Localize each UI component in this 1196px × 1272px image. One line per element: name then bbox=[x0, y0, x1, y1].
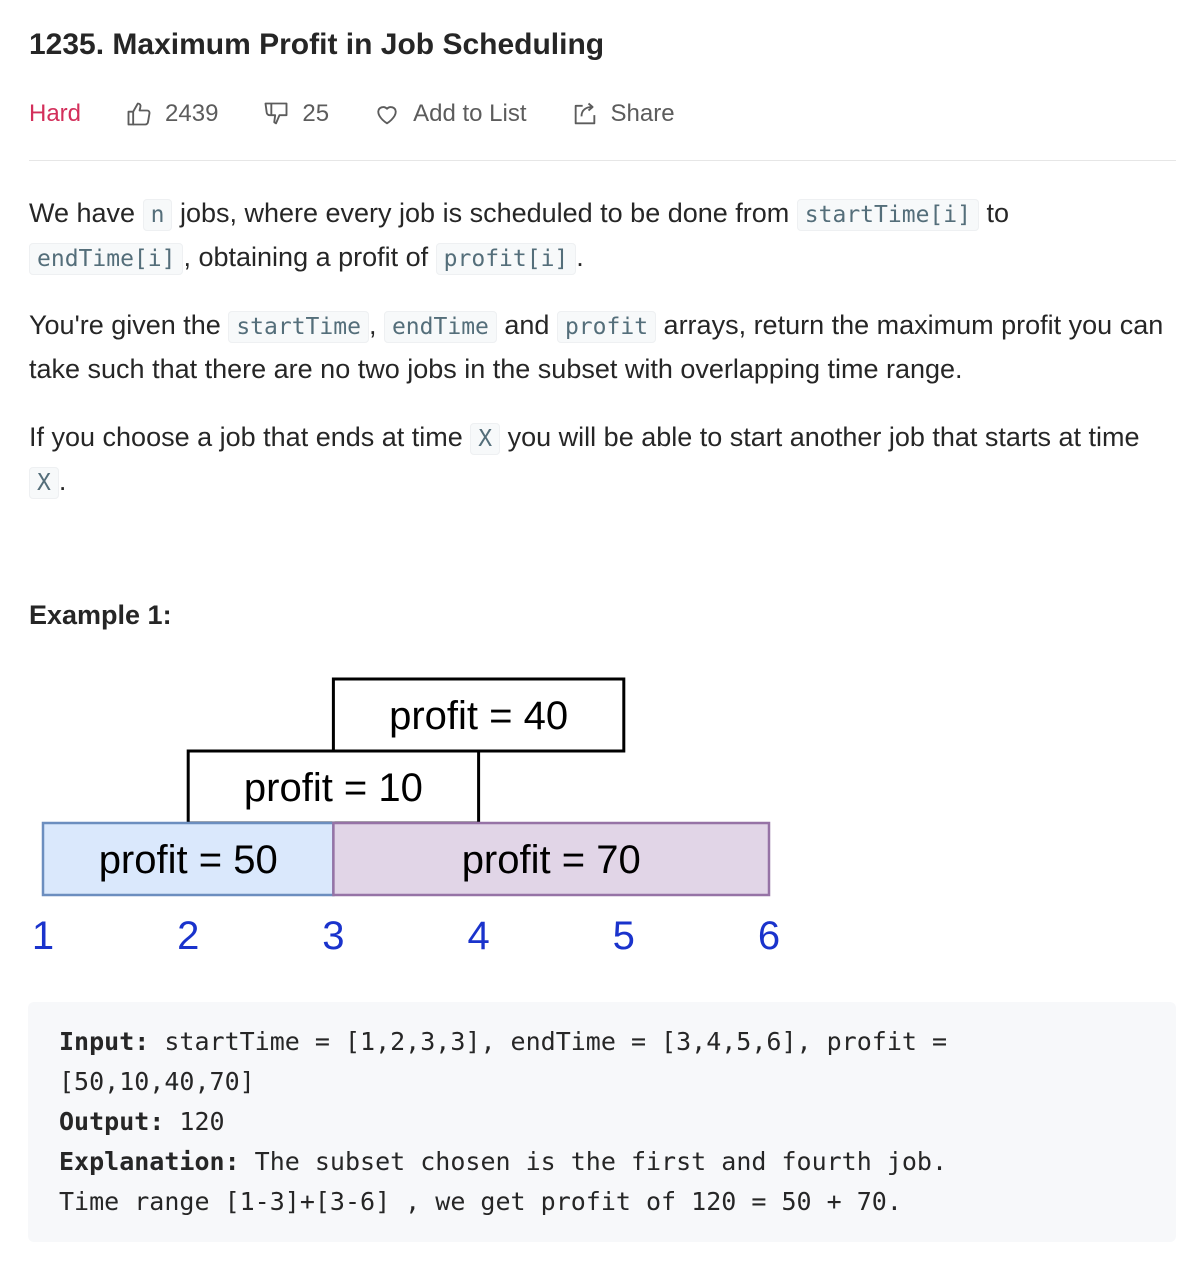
explanation-line-continued: Time range [1-3]+[3-6] , we get profit o… bbox=[59, 1187, 902, 1216]
example-title: Example 1: bbox=[29, 600, 172, 630]
header-divider bbox=[29, 160, 1176, 161]
dislikes-count: 25 bbox=[302, 100, 330, 127]
input-line: Input: startTime = [1,2,3,3], endTime = … bbox=[59, 1022, 1145, 1062]
inline-code: X bbox=[29, 467, 59, 499]
explanation-text: The subset chosen is the first and fourt… bbox=[239, 1147, 948, 1176]
input-value: startTime = [1,2,3,3], endTime = [3,4,5,… bbox=[149, 1027, 948, 1056]
thumbs-up-icon bbox=[127, 102, 151, 126]
text: . bbox=[576, 242, 584, 272]
add-to-list-button[interactable]: Add to List bbox=[373, 100, 527, 128]
job-label: profit = 10 bbox=[244, 766, 423, 810]
description-paragraph-3: If you choose a job that ends at time X … bbox=[29, 416, 1176, 504]
output-value: 120 bbox=[164, 1107, 225, 1136]
axis-tick-label: 4 bbox=[467, 914, 489, 958]
inline-code: profit[i] bbox=[435, 243, 577, 275]
text: you will be able to start another job th… bbox=[500, 422, 1140, 452]
inline-code: profit bbox=[556, 311, 657, 343]
inline-code: X bbox=[470, 423, 501, 455]
job-label: profit = 70 bbox=[462, 838, 641, 882]
text: We have bbox=[29, 198, 143, 228]
thumbs-down-icon bbox=[264, 102, 288, 125]
heart-icon bbox=[377, 106, 397, 125]
likes-count: 2439 bbox=[165, 100, 219, 127]
example-code-block: Input: startTime = [1,2,3,3], endTime = … bbox=[28, 1002, 1176, 1242]
axis-tick-label: 1 bbox=[32, 914, 54, 958]
inline-code: startTime bbox=[228, 311, 369, 343]
description-paragraph-1: We have n jobs, where every job is sched… bbox=[29, 192, 1176, 280]
share-button[interactable]: Share bbox=[571, 100, 675, 128]
job-bar: profit = 40 bbox=[331, 677, 626, 753]
input-label: Input: bbox=[59, 1027, 150, 1056]
difficulty-label: Hard bbox=[29, 100, 82, 127]
share-icon bbox=[574, 102, 595, 125]
problem-meta-bar: Hard 2439 25 Add to List Share bbox=[29, 96, 675, 132]
description-paragraph-2: You're given the startTime, endTime and … bbox=[29, 304, 1176, 390]
explanation-line: Explanation: The subset chosen is the fi… bbox=[59, 1142, 1145, 1182]
output-label: Output: bbox=[59, 1107, 165, 1136]
difficulty-badge: Hard bbox=[29, 100, 81, 128]
job-label: profit = 40 bbox=[389, 694, 568, 738]
text: , obtaining a profit of bbox=[183, 242, 436, 272]
inline-code: endTime[i] bbox=[29, 243, 184, 275]
text: jobs, where every job is scheduled to be… bbox=[172, 198, 797, 228]
inline-code: startTime[i] bbox=[796, 199, 979, 231]
problem-title: 1235. Maximum Profit in Job Scheduling bbox=[29, 28, 605, 61]
text: , bbox=[368, 310, 384, 340]
share-label: Share bbox=[610, 100, 675, 127]
dislike-button[interactable]: 25 bbox=[262, 100, 329, 128]
axis-tick-label: 5 bbox=[613, 914, 635, 958]
axis-tick-label: 2 bbox=[177, 914, 199, 958]
inline-code: endTime bbox=[383, 311, 497, 343]
job-bar: profit = 70 bbox=[332, 821, 771, 897]
inline-code: n bbox=[142, 199, 173, 231]
output-line: Output: 120 bbox=[59, 1102, 1145, 1142]
job-bar: profit = 10 bbox=[186, 749, 481, 825]
explanation-label: Explanation: bbox=[59, 1147, 240, 1176]
axis-tick-label: 6 bbox=[758, 914, 780, 958]
text: to bbox=[978, 198, 1009, 228]
job-label: profit = 50 bbox=[99, 838, 278, 882]
input-line-continued: [50,10,40,70] bbox=[59, 1067, 255, 1096]
job-schedule-diagram: profit = 40 profit = 10 profit = 50 profit … bbox=[32, 677, 780, 958]
text: . bbox=[58, 466, 67, 496]
text: You're given the bbox=[29, 310, 229, 340]
like-button[interactable]: 2439 bbox=[125, 100, 218, 128]
axis-tick-label: 3 bbox=[322, 914, 344, 958]
add-to-list-label: Add to List bbox=[413, 100, 527, 127]
text: and bbox=[496, 310, 557, 340]
text: If you choose a job that ends at time bbox=[29, 422, 471, 452]
job-bar: profit = 50 bbox=[41, 821, 335, 897]
